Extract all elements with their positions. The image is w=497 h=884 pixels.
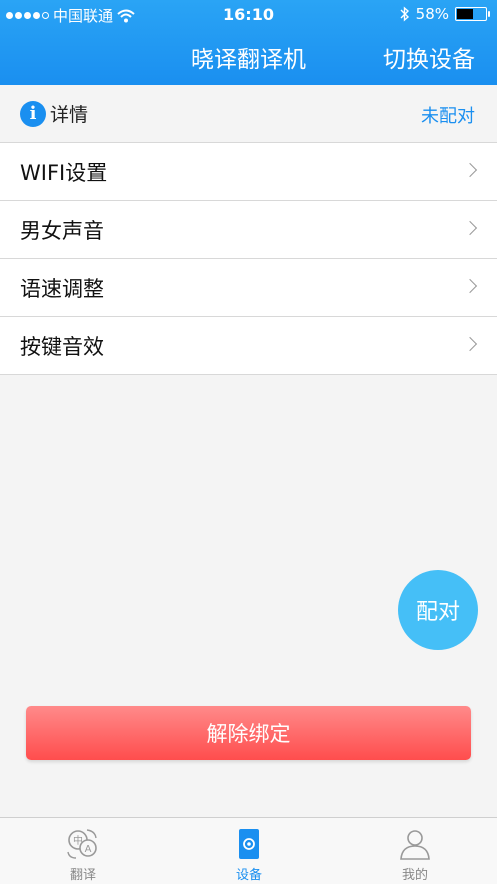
settings-item-label: 男女声音 [20,218,104,243]
status-right: 58% [400,5,490,23]
info-icon: i [20,100,46,127]
chevron-right-icon [462,220,478,236]
tab-profile[interactable]: 我的 [332,818,497,884]
battery-percent: 58% [415,5,449,23]
detail-title: 详情 [50,104,89,126]
settings-item-wifi[interactable]: WIFI设置 [0,143,497,201]
settings-item-speech-rate[interactable]: 语速调整 [0,259,497,317]
chevron-right-icon [462,278,478,294]
tab-bar: 中 A 翻译 设备 我的 [0,817,497,884]
svg-text:A: A [85,844,92,855]
pair-button[interactable]: 配对 [398,570,478,650]
settings-item-label: 按键音效 [20,334,104,359]
settings-item-voice-gender[interactable]: 男女声音 [0,201,497,259]
detail-header: i 详情 未配对 [0,85,497,142]
battery-icon [455,7,490,21]
tab-device[interactable]: 设备 [166,818,332,884]
settings-list: WIFI设置 男女声音 语速调整 按键音效 [0,142,497,375]
tab-label: 设备 [235,868,262,883]
settings-item-label: WIFI设置 [20,160,108,185]
translate-icon: 中 A [67,829,97,859]
status-bar: 中国联通 16:10 58% [0,0,497,28]
tab-label: 翻译 [69,868,96,883]
switch-device-button[interactable]: 切换设备 [383,40,475,74]
profile-icon [400,830,430,860]
unbind-button[interactable]: 解除绑定 [26,706,471,760]
device-icon [239,829,259,859]
chevron-right-icon [462,162,478,178]
bluetooth-icon [400,6,409,22]
pair-status-label[interactable]: 未配对 [421,102,475,128]
app-header: 中国联通 16:10 58% 晓译翻译机 切换设备 [0,0,497,85]
settings-item-label: 语速调整 [20,276,104,301]
settings-item-key-sound[interactable]: 按键音效 [0,317,497,375]
tab-translate[interactable]: 中 A 翻译 [0,818,166,884]
chevron-right-icon [462,336,478,352]
tab-label: 我的 [401,868,428,883]
